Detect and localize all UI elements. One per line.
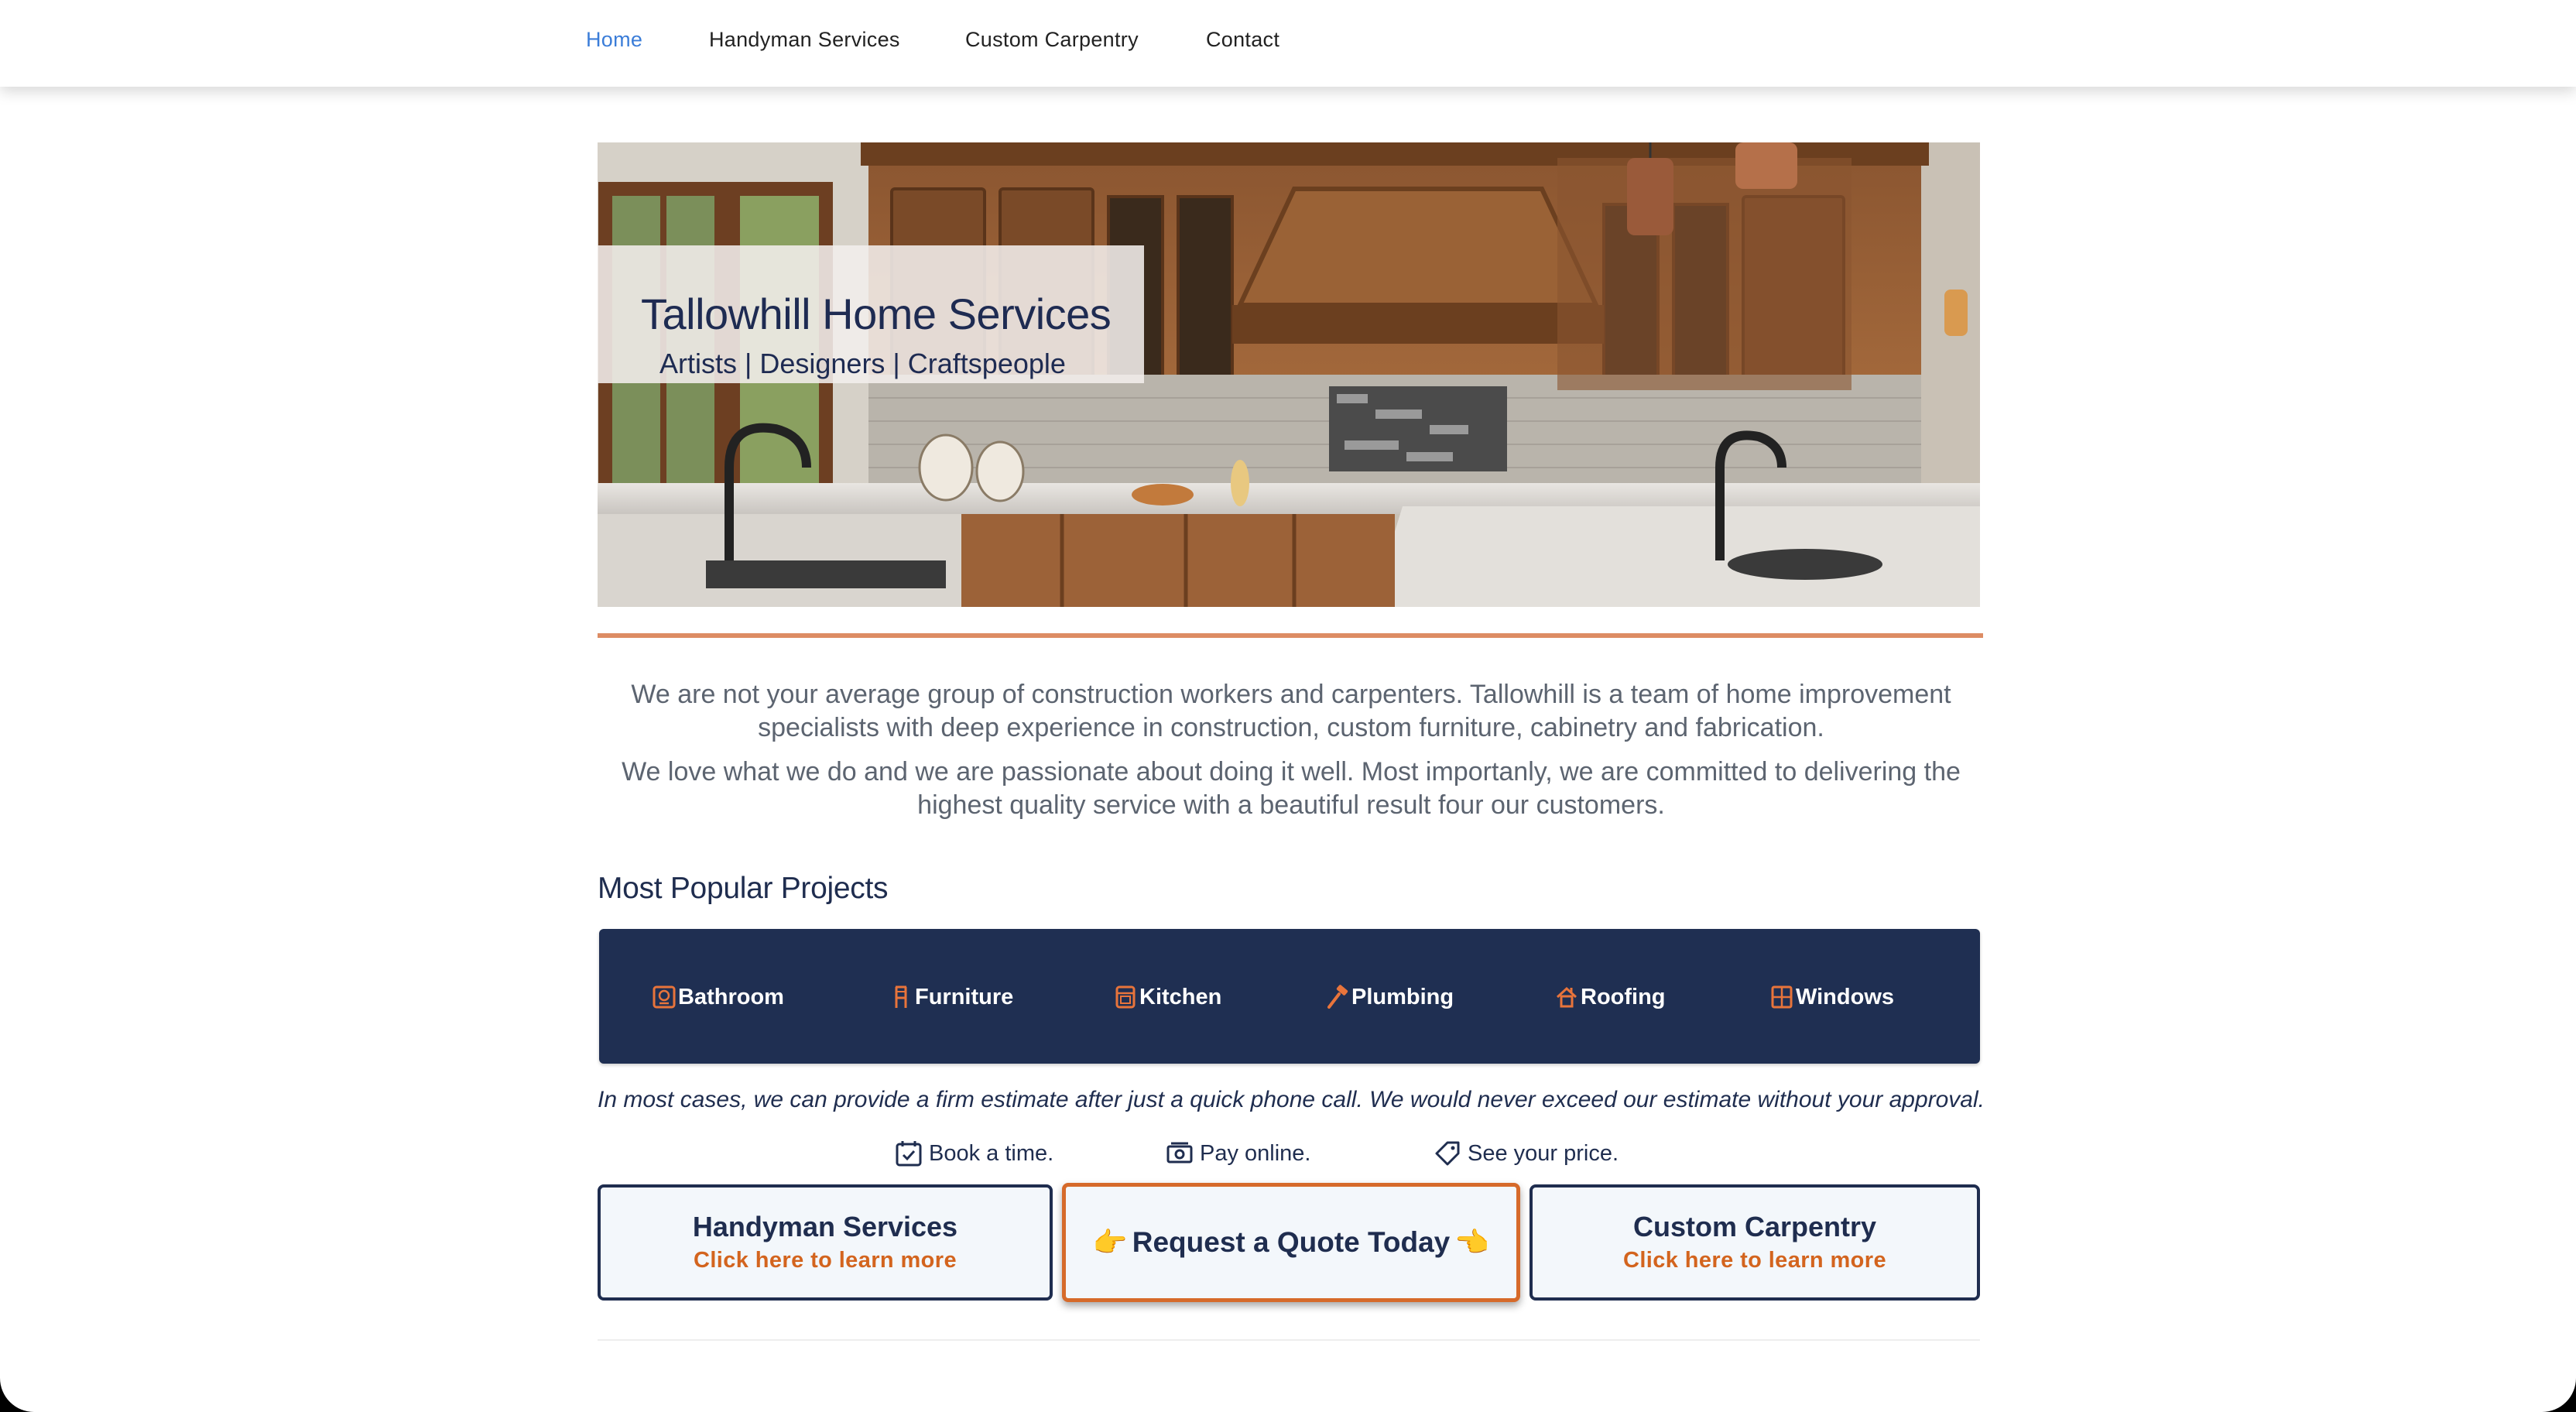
feature-label: See your price.: [1468, 1140, 1619, 1166]
project-plumbing[interactable]: Plumbing: [1325, 982, 1454, 1013]
project-bathroom[interactable]: Bathroom: [652, 982, 784, 1013]
project-label: Plumbing: [1351, 984, 1454, 1009]
project-label: Kitchen: [1139, 984, 1222, 1009]
feature-label: Book a time.: [929, 1140, 1054, 1166]
bathroom-icon: [653, 985, 676, 1009]
estimate-note: In most cases, we can provide a firm est…: [598, 1087, 1985, 1112]
calendar-check-icon: [896, 1141, 922, 1167]
request-quote-label: Request a Quote Today: [1132, 1226, 1451, 1258]
project-roofing[interactable]: Roofing: [1554, 982, 1666, 1013]
handyman-card-title: Handyman Services: [692, 1211, 958, 1242]
nav-carpentry-link[interactable]: Custom Carpentry: [965, 28, 1139, 52]
project-furniture[interactable]: Furniture: [889, 982, 1013, 1013]
project-label: Bathroom: [678, 984, 784, 1009]
handyman-card[interactable]: Handyman Services Click here to learn mo…: [598, 1184, 1053, 1301]
carpentry-learn-more-link[interactable]: Click here to learn more: [1533, 1248, 1977, 1273]
cash-icon: [1166, 1142, 1193, 1164]
house-icon: [1556, 986, 1577, 1008]
request-quote-button[interactable]: 👉 Request a Quote Today 👈: [1062, 1183, 1520, 1302]
project-label: Furniture: [915, 984, 1014, 1009]
projects-bar: Bathroom Furniture Kitchen Plumbing Roof…: [599, 929, 1980, 1064]
project-kitchen[interactable]: Kitchen: [1113, 982, 1221, 1013]
chair-icon: [895, 985, 907, 1008]
project-label: Roofing: [1581, 984, 1666, 1009]
feature-label: Pay online.: [1200, 1140, 1311, 1166]
project-label: Windows: [1796, 984, 1895, 1009]
intro-paragraph-1: We are not your average group of constru…: [631, 680, 1951, 742]
pointing-left-icon: 👈: [1454, 1226, 1490, 1258]
nav-handyman-link[interactable]: Handyman Services: [709, 28, 900, 52]
feature-book: Book a time.: [895, 1138, 1053, 1169]
nav-home-link[interactable]: Home: [586, 28, 642, 52]
handyman-learn-more-link[interactable]: Click here to learn more: [601, 1248, 1050, 1273]
tag-icon: [1435, 1141, 1460, 1166]
project-windows[interactable]: Windows: [1769, 982, 1894, 1013]
nav-contact-link[interactable]: Contact: [1206, 28, 1279, 52]
top-nav: Home Handyman Services Custom Carpentry …: [0, 0, 2576, 87]
hero-text-panel: Tallowhill Home Services Artists | Desig…: [598, 245, 1144, 383]
footer-divider: [598, 1339, 1980, 1341]
intro-paragraph-2: We love what we do and we are passionate…: [622, 757, 1961, 820]
intro-text: We are not your average group of constru…: [611, 678, 1971, 833]
pointing-right-icon: 👉: [1092, 1226, 1128, 1258]
hero-banner: Tallowhill Home Services Artists | Desig…: [598, 142, 1980, 607]
carpentry-card-title: Custom Carpentry: [1632, 1211, 1877, 1242]
carpentry-card[interactable]: Custom Carpentry Click here to learn mor…: [1530, 1184, 1980, 1301]
window-icon: [1771, 985, 1793, 1009]
feature-price: See your price.: [1434, 1138, 1619, 1169]
orange-divider: [598, 633, 1983, 638]
projects-heading: Most Popular Projects: [598, 872, 889, 905]
hero-title: Tallowhill Home Services: [641, 290, 1112, 338]
hero-subtitle: Artists | Designers | Craftspeople: [659, 348, 1066, 379]
oven-icon: [1115, 985, 1136, 1009]
feature-pay: Pay online.: [1166, 1138, 1311, 1169]
hammer-icon: [1327, 985, 1348, 1009]
page: Home Handyman Services Custom Carpentry …: [0, 0, 2576, 1412]
